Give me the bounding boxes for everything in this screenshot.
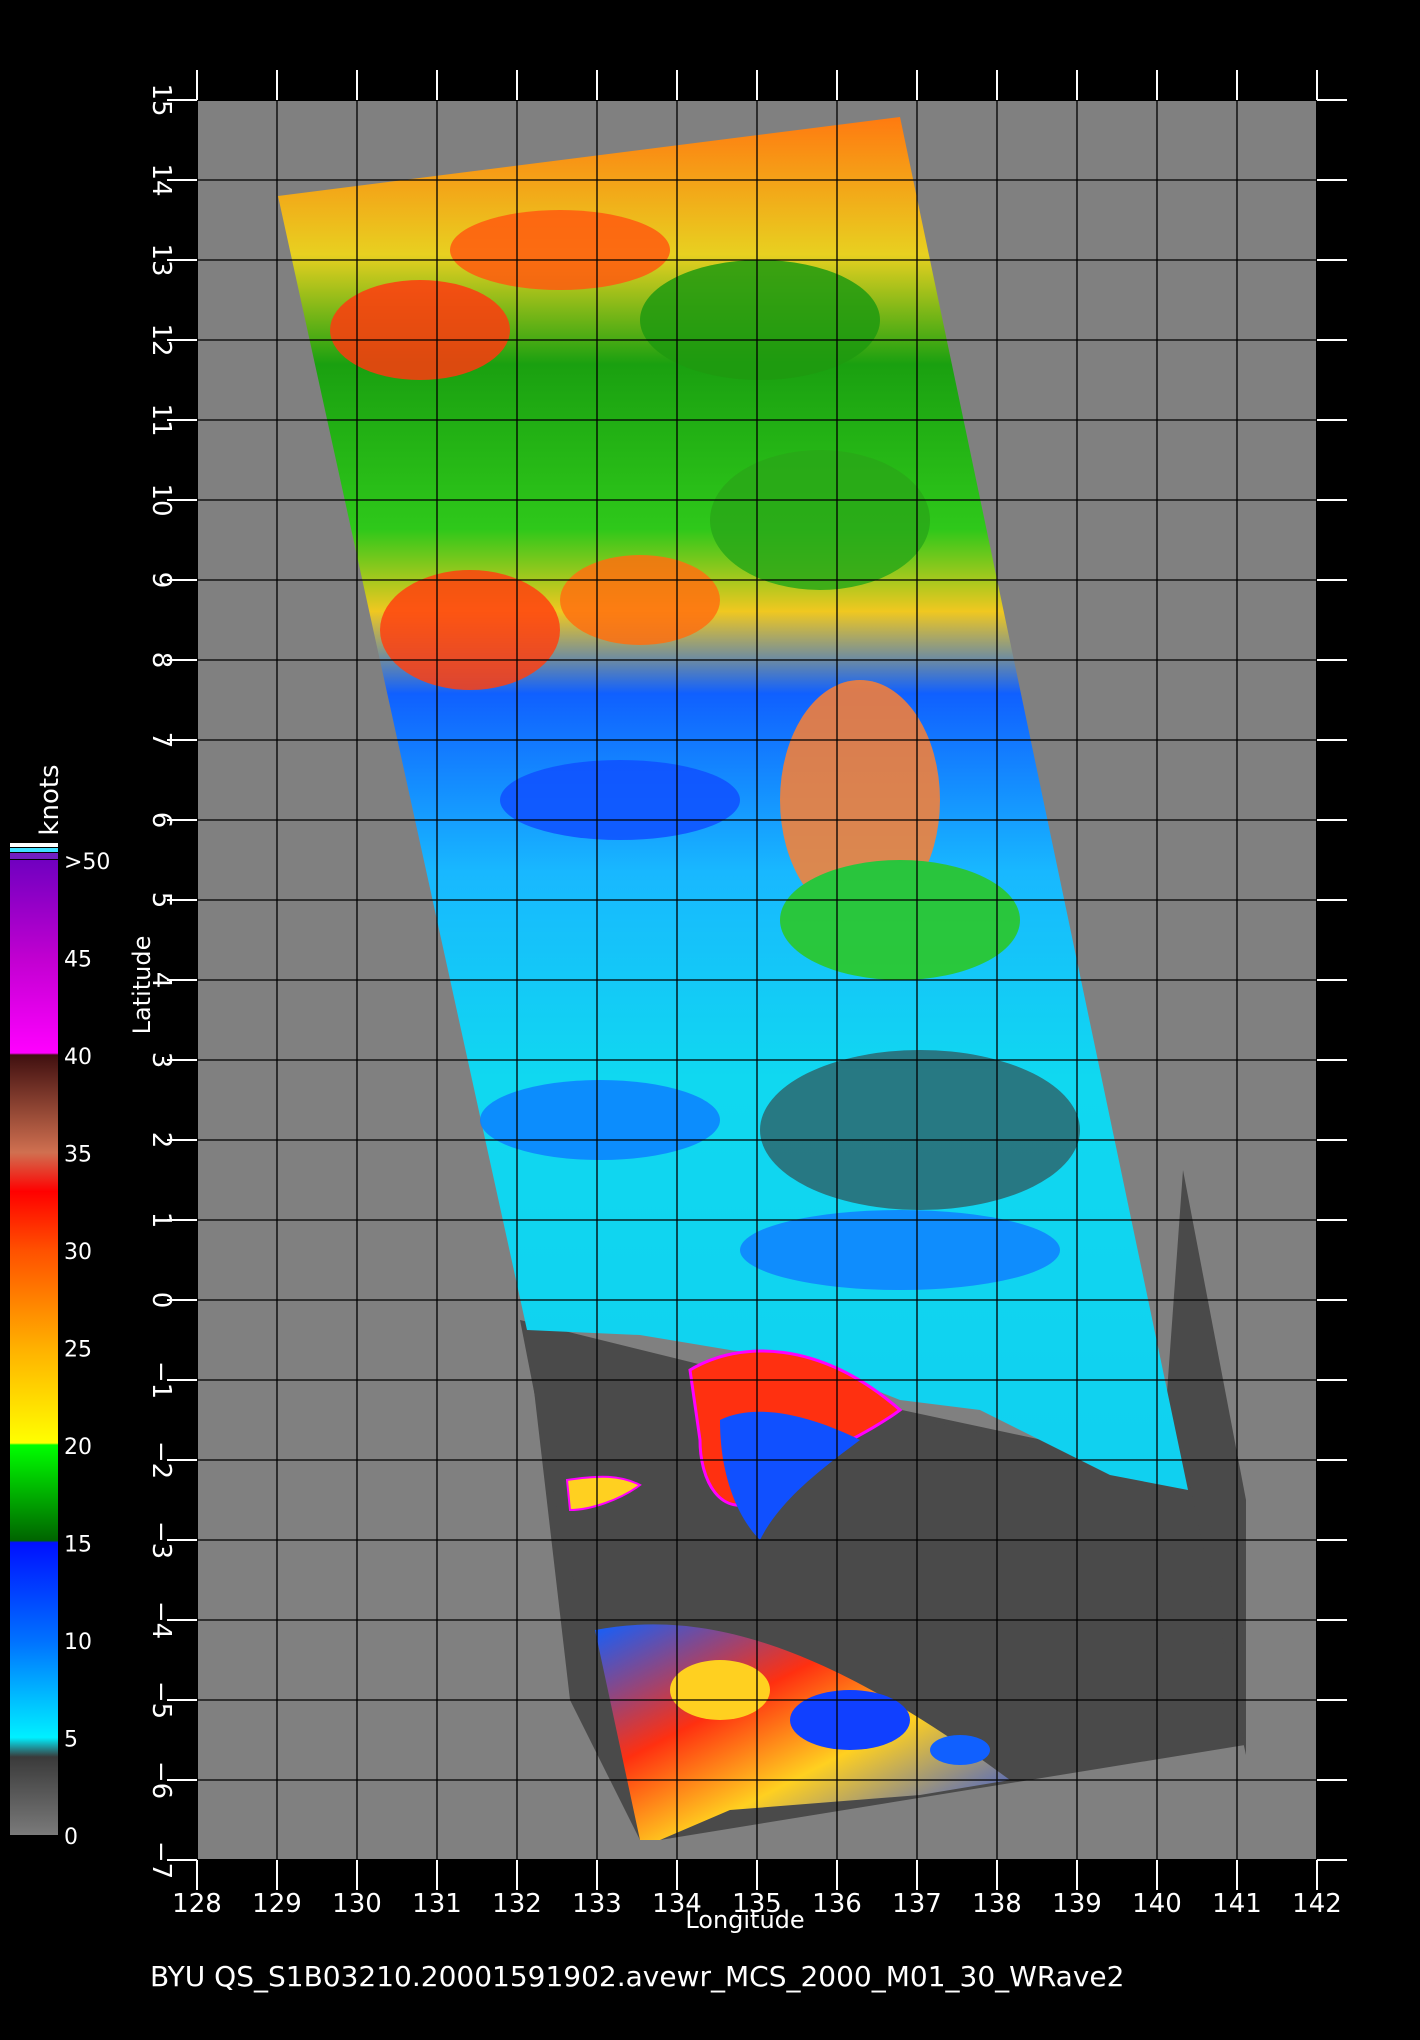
latitude-tick-label: 5 xyxy=(146,892,176,909)
longitude-tick-label: 129 xyxy=(252,1889,302,1919)
latitude-tick-label: 3 xyxy=(146,1052,176,1069)
longitude-tick-label: 133 xyxy=(572,1889,622,1919)
latitude-tick-label: −7 xyxy=(146,1841,176,1879)
longitude-tick-label: 136 xyxy=(812,1889,862,1919)
colorbar-tick-label: 20 xyxy=(64,1435,92,1460)
colorbar-tick-label: 35 xyxy=(64,1143,92,1168)
colorbar-tick-labels: >50 45 40 35 30 25 20 15 10 5 0 xyxy=(64,850,110,1850)
longitude-tick-label: 142 xyxy=(1292,1889,1342,1919)
colorbar-tick-label: 0 xyxy=(64,1825,78,1850)
colorbar-tick-label: 10 xyxy=(64,1630,92,1655)
longitude-tick-label: 128 xyxy=(172,1889,222,1919)
colorbar-top-stripe-purple xyxy=(10,853,58,859)
latitude-tick-label: 7 xyxy=(146,732,176,749)
colorbar-tick-label: 25 xyxy=(64,1338,92,1363)
latitude-tick-label: −2 xyxy=(146,1441,176,1479)
colorbar-fill xyxy=(10,860,58,1835)
longitude-tick-label: 139 xyxy=(1052,1889,1102,1919)
longitude-tick-label: 137 xyxy=(892,1889,942,1919)
latitude-tick-label: 14 xyxy=(146,163,176,196)
colorbar-tick-label: 40 xyxy=(64,1045,92,1070)
latitude-tick-label: 13 xyxy=(146,243,176,276)
colorbar-tick-label: 5 xyxy=(64,1728,78,1753)
latitude-tick-label: −6 xyxy=(146,1761,176,1799)
colorbar-tick-label: >50 xyxy=(64,850,110,875)
colorbar-unit-label: knots xyxy=(35,764,65,835)
longitude-tick-label: 141 xyxy=(1212,1889,1262,1919)
longitude-tick-label: 140 xyxy=(1132,1889,1182,1919)
latitude-tick-label: 9 xyxy=(146,572,176,589)
colorbar-top-stripe-cyan xyxy=(10,848,58,852)
colorbar-tick-label: 45 xyxy=(64,948,92,973)
colorbar-tick-label: 15 xyxy=(64,1533,92,1558)
latitude-tick-label: 0 xyxy=(146,1292,176,1309)
data-file-caption: BYU QS_S1B03210.20001591902.avewr_MCS_20… xyxy=(150,1960,1125,1993)
latitude-tick-label: 15 xyxy=(146,83,176,116)
latitude-tick-label: 12 xyxy=(146,323,176,356)
latitude-tick-label: 6 xyxy=(146,812,176,829)
colorbar-tick-label: 30 xyxy=(64,1240,92,1265)
latitude-tick-label: 1 xyxy=(146,1212,176,1229)
wind-speed-map: 128 129 130 131 132 133 134 135 136 137 138 139 140 1… xyxy=(10,70,1347,1934)
latitude-tick-label: −5 xyxy=(146,1681,176,1719)
colorbar-top-stripe-white xyxy=(10,843,58,847)
latitude-tick-label: 11 xyxy=(146,403,176,436)
longitude-tick-label: 138 xyxy=(972,1889,1022,1919)
latitude-tick-label: 10 xyxy=(146,483,176,516)
longitude-tick-label: 131 xyxy=(412,1889,462,1919)
longitude-tick-label: 130 xyxy=(332,1889,382,1919)
x-axis-label: Longitude xyxy=(685,1906,804,1934)
y-axis-label: Latitude xyxy=(128,936,156,1035)
latitude-tick-label: −3 xyxy=(146,1521,176,1559)
latitude-tick-label: −4 xyxy=(146,1601,176,1639)
latitude-tick-label: 2 xyxy=(146,1132,176,1149)
colorbar: knots >50 45 40 35 30 25 20 15 10 5 0 xyxy=(10,764,110,1850)
latitude-tick-label: −1 xyxy=(146,1361,176,1399)
longitude-tick-label: 132 xyxy=(492,1889,542,1919)
latitude-tick-label: 8 xyxy=(146,652,176,669)
